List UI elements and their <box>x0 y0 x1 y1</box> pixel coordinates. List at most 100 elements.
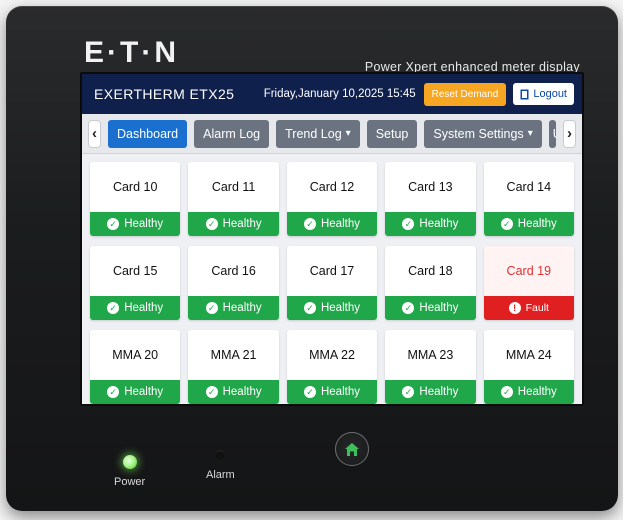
check-circle-icon: ✓ <box>205 302 218 314</box>
tab-label: Setup <box>375 126 409 141</box>
check-circle-icon: ✓ <box>402 302 415 314</box>
status-label: Healthy <box>124 386 164 398</box>
card-name: Card 12 <box>309 180 355 194</box>
status-label: Healthy <box>320 218 360 230</box>
status-card[interactable]: Card 17 ✓ Healthy <box>286 246 378 320</box>
card-name: Card 10 <box>112 180 158 194</box>
status-card[interactable]: MMA 22 ✓ Healthy <box>286 330 378 404</box>
status-badge: ! Fault <box>483 296 574 320</box>
card-name: MMA 21 <box>210 348 257 362</box>
status-card[interactable]: Card 14 ✓ Healthy <box>483 162 574 236</box>
status-card[interactable]: Card 16 ✓ Healthy <box>188 246 279 320</box>
logout-label: Logout <box>533 88 567 100</box>
check-circle-icon: ✓ <box>402 386 415 398</box>
check-circle-icon: ✓ <box>303 218 316 230</box>
tab-label: Dashboard <box>116 126 179 141</box>
status-card[interactable]: Card 19! Fault <box>483 246 574 320</box>
top-bar: EXERTHERM ETX25 Friday,January 10,2025 1… <box>82 74 582 114</box>
card-name: Card 19 <box>483 246 574 296</box>
status-label: Fault <box>525 302 549 314</box>
check-circle-icon: ✓ <box>500 386 513 398</box>
reset-demand-button[interactable]: Reset Demand <box>423 82 507 106</box>
tab-alarm-log[interactable]: Alarm Log <box>194 119 270 148</box>
check-circle-icon: ✓ <box>205 386 218 398</box>
card-name: MMA 23 <box>407 348 454 362</box>
alarm-led-icon <box>215 450 225 460</box>
status-badge: ✓ Healthy <box>286 212 378 236</box>
card-name: Card 14 <box>506 180 552 194</box>
card-name: MMA 22 <box>309 348 355 362</box>
card-name: MMA 24 <box>505 348 552 362</box>
status-label: Healthy <box>124 218 164 230</box>
card-grid: Card 10 ✓ Healthy Card 11 ✓ Healthy Card 12 ✓ He… <box>82 154 582 404</box>
date-time: Friday,January 10,2025 15:45 <box>263 88 416 100</box>
tab-label: U <box>553 127 556 141</box>
door-icon <box>520 89 529 99</box>
status-card[interactable]: MMA 23 ✓ Healthy <box>385 330 476 404</box>
card-name: Card 13 <box>408 180 453 194</box>
status-badge: ✓ Healthy <box>188 380 279 404</box>
home-icon <box>345 442 359 456</box>
card-name: Card 15 <box>112 264 158 278</box>
status-badge: ✓ Healthy <box>385 380 476 404</box>
check-circle-icon: ✓ <box>402 218 415 230</box>
check-circle-icon: ✓ <box>205 218 218 230</box>
alarm-label: Alarm <box>206 469 235 481</box>
chevron-down-icon: ▾ <box>345 128 351 139</box>
status-badge: ✓ Healthy <box>483 212 574 236</box>
check-circle-icon: ✓ <box>107 218 120 230</box>
tab-trend-log[interactable]: Trend Log ▾ <box>276 119 360 148</box>
card-name: Card 18 <box>408 264 453 278</box>
status-badge: ✓ Healthy <box>286 380 378 404</box>
status-label: Healthy <box>222 386 262 398</box>
status-label: Healthy <box>419 386 459 398</box>
status-badge: ✓ Healthy <box>188 296 279 320</box>
nav-bar: ‹ Dashboard Alarm Log Trend Log ▾ Setup … <box>82 114 582 154</box>
alert-icon: ! <box>508 302 521 314</box>
card-name: Card 16 <box>211 264 256 278</box>
logout-button[interactable]: Logout <box>513 83 574 105</box>
check-circle-icon: ✓ <box>107 386 120 398</box>
power-led-icon <box>123 455 137 469</box>
status-badge: ✓ Healthy <box>90 380 181 404</box>
status-label: Healthy <box>222 218 262 230</box>
status-card[interactable]: MMA 20 ✓ Healthy <box>90 330 181 404</box>
home-button[interactable] <box>335 432 369 466</box>
status-card[interactable]: Card 11 ✓ Healthy <box>188 162 279 236</box>
nav-back-button[interactable]: ‹ <box>88 119 101 148</box>
status-badge: ✓ Healthy <box>188 212 279 236</box>
status-card[interactable]: MMA 21 ✓ Healthy <box>188 330 279 404</box>
model-name: EXERTHERM ETX25 <box>94 86 235 102</box>
status-badge: ✓ Healthy <box>385 212 476 236</box>
status-card[interactable]: Card 15 ✓ Healthy <box>90 246 181 320</box>
tab-label: System Settings <box>433 126 524 141</box>
tab-dashboard[interactable]: Dashboard <box>107 119 188 148</box>
status-label: Healthy <box>320 302 360 314</box>
card-name: Card 17 <box>309 264 355 278</box>
card-name: MMA 20 <box>112 348 159 362</box>
eaton-logo: E·T·N <box>84 36 179 69</box>
check-circle-icon: ✓ <box>107 302 120 314</box>
status-card[interactable]: Card 10 ✓ Healthy <box>90 162 181 236</box>
nav-forward-button[interactable]: › <box>563 119 576 148</box>
status-badge: ✓ Healthy <box>286 296 378 320</box>
status-badge: ✓ Healthy <box>90 296 181 320</box>
status-label: Healthy <box>320 386 360 398</box>
check-circle-icon: ✓ <box>500 218 513 230</box>
tab-setup[interactable]: Setup <box>366 119 418 148</box>
tab-label: Alarm Log <box>203 126 261 141</box>
touch-screen: EXERTHERM ETX25 Friday,January 10,2025 1… <box>80 72 584 406</box>
tab-system-settings[interactable]: System Settings ▾ <box>424 119 542 148</box>
status-badge: ✓ Healthy <box>90 212 181 236</box>
status-label: Healthy <box>517 386 557 398</box>
status-label: Healthy <box>419 302 459 314</box>
status-card[interactable]: Card 13 ✓ Healthy <box>385 162 476 236</box>
status-card[interactable]: Card 12 ✓ Healthy <box>286 162 378 236</box>
status-card[interactable]: MMA 24 ✓ Healthy <box>483 330 574 404</box>
status-label: Healthy <box>517 218 557 230</box>
tab-partial[interactable]: U <box>548 119 557 148</box>
check-circle-icon: ✓ <box>303 302 316 314</box>
status-card[interactable]: Card 18 ✓ Healthy <box>385 246 476 320</box>
power-label: Power <box>114 476 146 488</box>
status-badge: ✓ Healthy <box>385 296 476 320</box>
